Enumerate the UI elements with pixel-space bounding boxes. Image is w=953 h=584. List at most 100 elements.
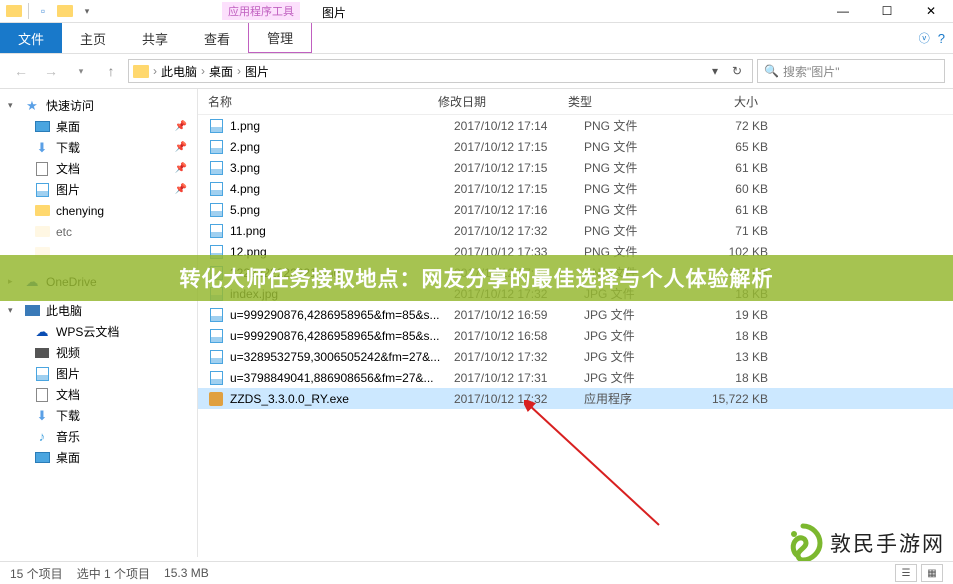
- file-type: PNG 文件: [584, 159, 694, 176]
- file-row[interactable]: 2.png2017/10/12 17:15PNG 文件65 KB: [198, 136, 953, 157]
- file-row[interactable]: 4.png2017/10/12 17:15PNG 文件60 KB: [198, 178, 953, 199]
- chevron-right-icon[interactable]: ›: [237, 64, 241, 78]
- file-row[interactable]: ZZDS_3.3.0.0_RY.exe2017/10/12 17:32应用程序1…: [198, 388, 953, 409]
- file-type: PNG 文件: [584, 138, 694, 155]
- sidebar-item-pictures[interactable]: 图片📌: [0, 179, 197, 200]
- file-size: 61 KB: [694, 161, 774, 175]
- file-row[interactable]: 11.png2017/10/12 17:32PNG 文件71 KB: [198, 220, 953, 241]
- sidebar-item-folder[interactable]: chenying: [0, 200, 197, 221]
- sidebar-item-wps[interactable]: ☁WPS云文档: [0, 321, 197, 342]
- file-size: 18 KB: [694, 371, 774, 385]
- tab-share[interactable]: 共享: [124, 23, 186, 53]
- file-icon: [208, 391, 224, 407]
- file-size: 18 KB: [694, 329, 774, 343]
- file-type: PNG 文件: [584, 201, 694, 218]
- file-name: u=3798849041,886908656&fm=27&...: [230, 371, 454, 385]
- address-bar[interactable]: › 此电脑 › 桌面 › 图片 ▾ ↻: [128, 59, 753, 83]
- file-size: 72 KB: [694, 119, 774, 133]
- sidebar-item-videos[interactable]: 视频: [0, 342, 197, 363]
- file-date: 2017/10/12 17:32: [454, 224, 584, 238]
- overlay-banner: 转化大师任务接取地点：网友分享的最佳选择与个人体验解析: [0, 255, 953, 301]
- file-row[interactable]: 3.png2017/10/12 17:15PNG 文件61 KB: [198, 157, 953, 178]
- file-row[interactable]: u=999290876,4286958965&fm=85&s...2017/10…: [198, 304, 953, 325]
- recent-dropdown[interactable]: ▾: [68, 58, 94, 84]
- watermark: 敦民手游网: [782, 522, 945, 564]
- sidebar-quick-access[interactable]: ▾★快速访问: [0, 95, 197, 116]
- file-date: 2017/10/12 17:16: [454, 203, 584, 217]
- file-name: u=3289532759,3006505242&fm=27&...: [230, 350, 454, 364]
- close-button[interactable]: ✕: [909, 0, 953, 23]
- search-placeholder: 搜索"图片": [783, 63, 840, 80]
- sidebar-item-desktop[interactable]: 桌面📌: [0, 116, 197, 137]
- search-input[interactable]: 🔍 搜索"图片": [757, 59, 945, 83]
- chevron-right-icon[interactable]: ›: [201, 64, 205, 78]
- refresh-icon[interactable]: ↻: [726, 60, 748, 82]
- ribbon-tabs: 文件 主页 共享 查看 管理 ⓥ ?: [0, 23, 953, 53]
- file-icon: [208, 307, 224, 323]
- ribbon-expand-icon[interactable]: ⓥ: [919, 30, 930, 46]
- file-icon: [208, 181, 224, 197]
- file-type: PNG 文件: [584, 117, 694, 134]
- minimize-button[interactable]: —: [821, 0, 865, 23]
- folder-icon[interactable]: [57, 3, 73, 19]
- tab-file[interactable]: 文件: [0, 23, 62, 53]
- file-type: 应用程序: [584, 390, 694, 407]
- file-icon: [208, 202, 224, 218]
- tab-manage[interactable]: 管理: [248, 23, 312, 53]
- col-size[interactable]: 大小: [678, 93, 758, 110]
- file-size: 65 KB: [694, 140, 774, 154]
- file-icon: [208, 223, 224, 239]
- col-date[interactable]: 修改日期: [438, 93, 568, 110]
- sidebar-item-downloads[interactable]: ⬇下载: [0, 405, 197, 426]
- sidebar-item-documents[interactable]: 文档📌: [0, 158, 197, 179]
- help-icon[interactable]: ?: [938, 31, 945, 46]
- watermark-logo-icon: [782, 522, 824, 564]
- back-button[interactable]: ←: [8, 58, 34, 84]
- tab-home[interactable]: 主页: [62, 23, 124, 53]
- sidebar-item-folder[interactable]: etc: [0, 221, 197, 242]
- forward-button[interactable]: →: [38, 58, 64, 84]
- breadcrumb-item[interactable]: 桌面: [209, 63, 233, 80]
- contextual-tab-label: 应用程序工具: [222, 2, 300, 20]
- file-size: 61 KB: [694, 203, 774, 217]
- file-icon: [208, 160, 224, 176]
- file-name: 4.png: [230, 182, 454, 196]
- tab-view[interactable]: 查看: [186, 23, 248, 53]
- file-row[interactable]: 5.png2017/10/12 17:16PNG 文件61 KB: [198, 199, 953, 220]
- col-name[interactable]: 名称: [208, 93, 438, 110]
- address-dropdown-icon[interactable]: ▾: [704, 60, 726, 82]
- sidebar-item-music[interactable]: ♪音乐: [0, 426, 197, 447]
- file-row[interactable]: u=999290876,4286958965&fm=85&s...2017/10…: [198, 325, 953, 346]
- sidebar-item-documents[interactable]: 文档: [0, 384, 197, 405]
- qat-dropdown-icon[interactable]: ▾: [79, 3, 95, 19]
- sidebar-item-downloads[interactable]: ⬇下载📌: [0, 137, 197, 158]
- maximize-button[interactable]: ☐: [865, 0, 909, 23]
- chevron-right-icon[interactable]: ›: [153, 64, 157, 78]
- pin-icon: 📌: [175, 121, 187, 132]
- sidebar-this-pc[interactable]: ▾此电脑: [0, 300, 197, 321]
- search-icon: 🔍: [764, 64, 779, 78]
- sidebar-item-pictures[interactable]: 图片: [0, 363, 197, 384]
- view-thumbnails-button[interactable]: ▦: [921, 564, 943, 582]
- file-date: 2017/10/12 17:15: [454, 140, 584, 154]
- col-type[interactable]: 类型: [568, 93, 678, 110]
- file-size: 71 KB: [694, 224, 774, 238]
- file-name: 3.png: [230, 161, 454, 175]
- nav-sidebar: ▾★快速访问 桌面📌 ⬇下载📌 文档📌 图片📌 chenying etc ▸☁O…: [0, 89, 198, 557]
- qat-properties-icon[interactable]: ▫: [35, 3, 51, 19]
- sidebar-item-desktop[interactable]: 桌面: [0, 447, 197, 468]
- view-details-button[interactable]: ☰: [895, 564, 917, 582]
- file-row[interactable]: u=3798849041,886908656&fm=27&...2017/10/…: [198, 367, 953, 388]
- file-row[interactable]: 1.png2017/10/12 17:14PNG 文件72 KB: [198, 115, 953, 136]
- file-name: 2.png: [230, 140, 454, 154]
- file-name: ZZDS_3.3.0.0_RY.exe: [230, 392, 454, 406]
- column-headers[interactable]: 名称 修改日期 类型 大小: [198, 89, 953, 115]
- breadcrumb-item[interactable]: 此电脑: [161, 63, 197, 80]
- file-list: 名称 修改日期 类型 大小 1.png2017/10/12 17:14PNG 文…: [198, 89, 953, 557]
- file-date: 2017/10/12 17:32: [454, 350, 584, 364]
- breadcrumb-item[interactable]: 图片: [245, 63, 269, 80]
- pin-icon: 📌: [175, 163, 187, 174]
- file-name: 5.png: [230, 203, 454, 217]
- file-row[interactable]: u=3289532759,3006505242&fm=27&...2017/10…: [198, 346, 953, 367]
- up-button[interactable]: ↑: [98, 58, 124, 84]
